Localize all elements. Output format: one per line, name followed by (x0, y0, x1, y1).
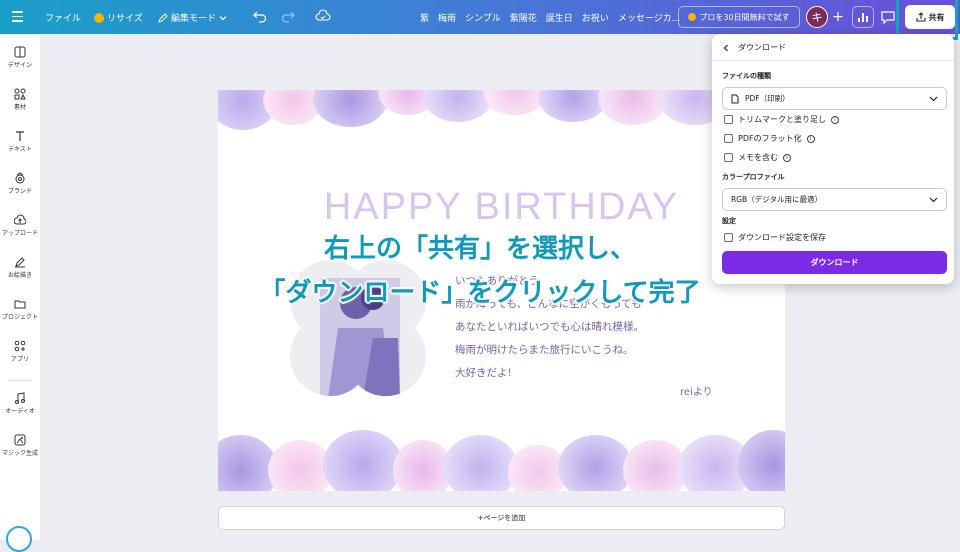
crown-icon (688, 13, 697, 21)
divider (712, 60, 954, 61)
add-page-button[interactable]: +ページを追加 (218, 506, 785, 530)
cloud-save-icon[interactable] (315, 9, 331, 23)
design-icon (14, 46, 26, 58)
audio-icon (15, 392, 25, 404)
download-button[interactable]: ダウンロード (722, 251, 947, 274)
resize-menu[interactable]: リサイズ (94, 11, 143, 24)
upload-icon (14, 214, 26, 225)
download-panel: ダウンロード ファイルの種類 PDF（印刷） トリムマークと塗り足し i PDF… (712, 34, 954, 284)
sidebar-item-magic[interactable]: マジック生成 (0, 434, 40, 457)
insights-icon[interactable] (852, 6, 874, 28)
assistant-icon[interactable] (6, 526, 32, 552)
settings-label: 設定 (722, 217, 736, 225)
keyword: 紫 (420, 14, 430, 24)
sidebar-item-apps[interactable]: アプリ (0, 340, 40, 363)
resize-label: リサイズ (107, 14, 143, 24)
file-type-select[interactable]: PDF（印刷） (722, 87, 947, 110)
edit-mode-label: 編集モード (171, 14, 217, 24)
option-label: ダウンロード設定を保存 (738, 233, 826, 242)
color-profile-label: カラープロファイル (722, 173, 785, 181)
sidebar-item-elements[interactable]: 素材 (0, 88, 40, 111)
sidebar-item-label: テキスト (8, 146, 32, 153)
design-keywords: 紫 梅雨 シンプル 紫陽花 誕生日 お祝い メッセージカ... (420, 11, 680, 24)
text-icon (16, 131, 24, 141)
message-line: あなたといればいつでも心は晴れ模様。 (455, 321, 644, 333)
keyword: 誕生日 (545, 14, 573, 24)
sidebar-divider (8, 380, 32, 381)
keyword: メッセージカ... (617, 14, 681, 24)
option-flatten-pdf[interactable]: PDFのフラット化 i (724, 133, 815, 144)
top-toolbar: ファイル リサイズ 編集モード 紫 梅雨 シンプル 紫陽花 誕生日 お祝い メッ… (0, 0, 960, 34)
menu-icon[interactable] (12, 11, 23, 22)
undo-icon[interactable] (253, 9, 267, 23)
signature-text[interactable]: reiより (680, 383, 713, 398)
card-title[interactable]: HAPPY BIRTHDAY (218, 186, 785, 229)
file-type-label: ファイルの種類 (722, 72, 771, 80)
chevron-down-icon (929, 96, 938, 102)
checkbox[interactable] (724, 115, 733, 124)
checkbox[interactable] (724, 153, 733, 162)
option-include-notes[interactable]: メモを含む i (724, 152, 791, 163)
info-icon[interactable]: i (783, 153, 791, 162)
redo-icon[interactable] (281, 9, 295, 23)
panel-title: ダウンロード (738, 43, 786, 52)
option-label: PDFのフラット化 (738, 134, 802, 143)
sidebar-item-text[interactable]: テキスト (0, 130, 40, 153)
file-menu[interactable]: ファイル (45, 11, 81, 24)
brand-icon (15, 172, 25, 184)
message-line: 大好きだよ! (455, 367, 512, 379)
chevron-down-icon (929, 197, 938, 203)
magic-icon (14, 434, 26, 446)
apps-icon (14, 340, 26, 352)
keyword: お祝い (581, 14, 609, 24)
chevron-down-icon (219, 15, 227, 20)
keyword: 梅雨 (438, 14, 457, 24)
color-profile-select[interactable]: RGB（デジタル用に最適） (722, 188, 947, 211)
info-icon[interactable]: i (806, 134, 815, 143)
sidebar-item-audio[interactable]: オーディオ (0, 392, 40, 415)
sidebar-item-label: 素材 (13, 104, 26, 111)
document-icon (731, 94, 739, 103)
option-label: トリムマークと塗り足し (738, 115, 826, 124)
file-type-value: PDF（印刷） (745, 94, 790, 103)
edit-mode-dropdown[interactable]: 編集モード (158, 11, 227, 24)
color-profile-value: RGB（デジタル用に最適） (731, 195, 823, 204)
option-trim-marks[interactable]: トリムマークと塗り足し i (724, 114, 839, 125)
sidebar-item-label: アプリ (10, 356, 29, 363)
elements-icon (14, 88, 26, 100)
option-save-settings[interactable]: ダウンロード設定を保存 (724, 232, 826, 243)
pencil-icon (158, 12, 168, 23)
checkbox[interactable] (724, 134, 733, 143)
add-collaborator-icon[interactable]: + (828, 6, 848, 28)
sidebar-item-label: デザイン (7, 62, 32, 69)
message-line: 梅雨が明けたらまた旅行にいこうね。 (455, 344, 634, 356)
sidebar-item-label: マジック生成 (1, 450, 38, 457)
pro-trial-button[interactable]: プロを30日間無料で試す (678, 6, 800, 28)
back-arrow-icon[interactable] (722, 44, 730, 52)
crown-icon (94, 12, 104, 23)
keyword: シンプル (465, 14, 501, 24)
sidebar-item-label: オーディオ (5, 408, 35, 415)
sidebar-item-label: ブランド (7, 188, 32, 195)
info-icon[interactable]: i (831, 115, 839, 124)
panel-header: ダウンロード (722, 42, 786, 53)
sidebar-item-design[interactable]: デザイン (0, 46, 40, 69)
sidebar-item-label: プロジェクト (1, 314, 38, 321)
checkbox[interactable] (724, 233, 733, 242)
comment-icon[interactable] (878, 7, 898, 27)
option-label: メモを含む (738, 153, 778, 162)
file-menu-label: ファイル (45, 14, 82, 24)
keyword: 紫陽花 (509, 14, 537, 24)
sidebar-item-brand[interactable]: ブランド (0, 172, 40, 195)
pro-trial-label: プロを30日間無料で試す (699, 12, 790, 22)
avatar[interactable]: キ (806, 6, 828, 28)
